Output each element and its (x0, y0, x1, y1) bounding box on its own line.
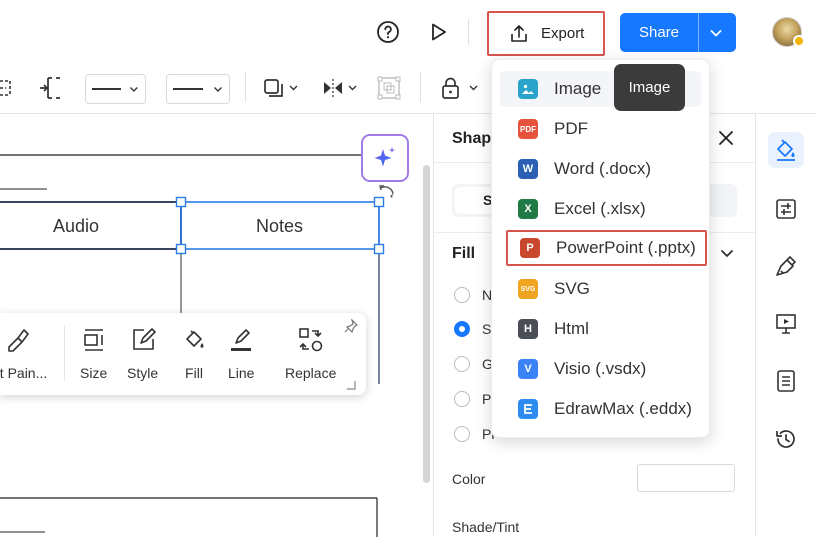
cell-notes[interactable]: Notes (256, 216, 303, 237)
chevron-down-icon[interactable] (708, 25, 724, 45)
line-pen-icon (228, 325, 254, 355)
floating-toolbar: at Pain... Size Style Fill Line Replace (0, 313, 366, 395)
fill-radio-solid[interactable] (454, 321, 470, 337)
shadow-icon[interactable] (263, 74, 299, 102)
panel-title: Shap (452, 130, 492, 147)
fill-radio-gradient[interactable] (454, 356, 470, 372)
top-header: Export Share (0, 0, 816, 62)
fill-bucket-icon (182, 325, 206, 355)
format-painter-button[interactable]: at Pain... (0, 325, 47, 381)
fill-section-title: Fill (452, 245, 476, 262)
menu-item-label: Excel (.xlsx) (554, 199, 646, 218)
line-button[interactable]: Line (228, 325, 254, 381)
fill-radio-none[interactable] (454, 287, 470, 303)
connector-dash-icon[interactable] (0, 74, 18, 102)
fill-option-label: S (482, 321, 492, 337)
export-powerpoint-item[interactable]: P PowerPoint (.pptx) (506, 230, 707, 266)
image-tooltip: Image (614, 64, 685, 111)
toolbar-divider (245, 72, 246, 102)
export-label: Export (541, 25, 585, 42)
presentation-icon[interactable] (768, 306, 804, 342)
replace-label: Replace (285, 365, 337, 381)
menu-item-label: SVG (554, 279, 590, 298)
fill-radio-picture[interactable] (454, 426, 470, 442)
fill-button[interactable]: Fill (182, 325, 206, 381)
size-button[interactable]: Size (80, 325, 107, 381)
pin-icon[interactable] (344, 318, 359, 338)
menu-item-label: Visio (.vsdx) (554, 359, 647, 378)
menu-item-label: EdrawMax (.eddx) (554, 399, 692, 418)
flip-icon[interactable] (322, 74, 360, 102)
export-menu: Image PDF PDF W Word (.docx) X Excel (.x… (491, 59, 710, 438)
play-icon[interactable] (422, 16, 454, 48)
format-painter-icon (7, 325, 33, 355)
premium-badge-icon (793, 35, 805, 47)
menu-item-label: Image (554, 79, 602, 98)
export-pdf-item[interactable]: PDF PDF (500, 111, 701, 147)
lock-icon[interactable] (440, 74, 480, 102)
theme-brush-icon[interactable] (768, 248, 804, 284)
export-icon (511, 24, 527, 42)
right-rail (755, 114, 816, 537)
export-button[interactable]: Export (487, 11, 605, 56)
share-divider (698, 13, 699, 52)
connector-elbow-icon[interactable] (38, 74, 62, 102)
size-icon (82, 325, 106, 355)
replace-icon (298, 325, 324, 355)
format-painter-label: at Pain... (0, 365, 48, 381)
export-svg-item[interactable]: SVG SVG (500, 271, 701, 307)
replace-button[interactable]: Replace (285, 325, 336, 381)
export-visio-item[interactable]: V Visio (.vsdx) (500, 351, 701, 387)
sparkle-icon (374, 147, 395, 167)
resize-corner-icon[interactable] (346, 377, 356, 395)
export-word-item[interactable]: W Word (.docx) (500, 151, 701, 187)
layout-adjust-icon[interactable] (768, 191, 804, 227)
edrawmax-icon (518, 399, 538, 419)
floating-toolbar-divider (64, 325, 65, 381)
svg-icon: SVG (518, 279, 538, 299)
share-button[interactable]: Share (620, 13, 736, 52)
paint-bucket-icon[interactable] (768, 132, 804, 168)
toolbar-divider (420, 72, 421, 102)
shade-tint-label: Shade/Tint (452, 519, 520, 535)
line-weight-select[interactable] (166, 74, 230, 104)
group-icon[interactable] (377, 74, 401, 102)
canvas-scrollbar[interactable] (423, 165, 430, 483)
fill-option-label: P (482, 391, 492, 407)
color-picker[interactable] (637, 464, 735, 492)
excel-icon: X (518, 199, 538, 219)
menu-item-label: PowerPoint (.pptx) (556, 238, 696, 257)
outline-list-icon[interactable] (768, 363, 804, 399)
share-label: Share (639, 24, 680, 41)
html-icon: H (518, 319, 538, 339)
menu-item-label: Html (554, 319, 589, 338)
style-button[interactable]: Style (127, 325, 158, 381)
pdf-icon: PDF (518, 119, 538, 139)
style-label: Style (127, 365, 159, 381)
ai-assistant-button[interactable] (361, 134, 409, 182)
fill-label: Fill (185, 365, 203, 381)
menu-item-label: Word (.docx) (554, 159, 651, 178)
line-label: Line (228, 365, 255, 381)
header-divider (468, 19, 469, 45)
size-label: Size (80, 365, 108, 381)
image-icon (518, 79, 538, 99)
word-icon: W (518, 159, 538, 179)
visio-icon: V (518, 359, 538, 379)
export-edrawmax-item[interactable]: EdrawMax (.eddx) (500, 391, 701, 427)
export-html-item[interactable]: H Html (500, 311, 701, 347)
style-icon (130, 325, 156, 355)
color-label: Color (452, 471, 486, 487)
menu-item-label: PDF (554, 119, 588, 138)
chevron-down-icon[interactable] (718, 244, 736, 267)
powerpoint-icon: P (520, 238, 540, 258)
close-icon[interactable] (716, 128, 736, 153)
cell-audio[interactable]: Audio (53, 216, 99, 237)
help-icon[interactable] (372, 16, 404, 48)
line-style-select[interactable] (85, 74, 146, 104)
export-excel-item[interactable]: X Excel (.xlsx) (500, 191, 701, 227)
fill-radio-pattern[interactable] (454, 391, 470, 407)
history-icon[interactable] (768, 421, 804, 457)
